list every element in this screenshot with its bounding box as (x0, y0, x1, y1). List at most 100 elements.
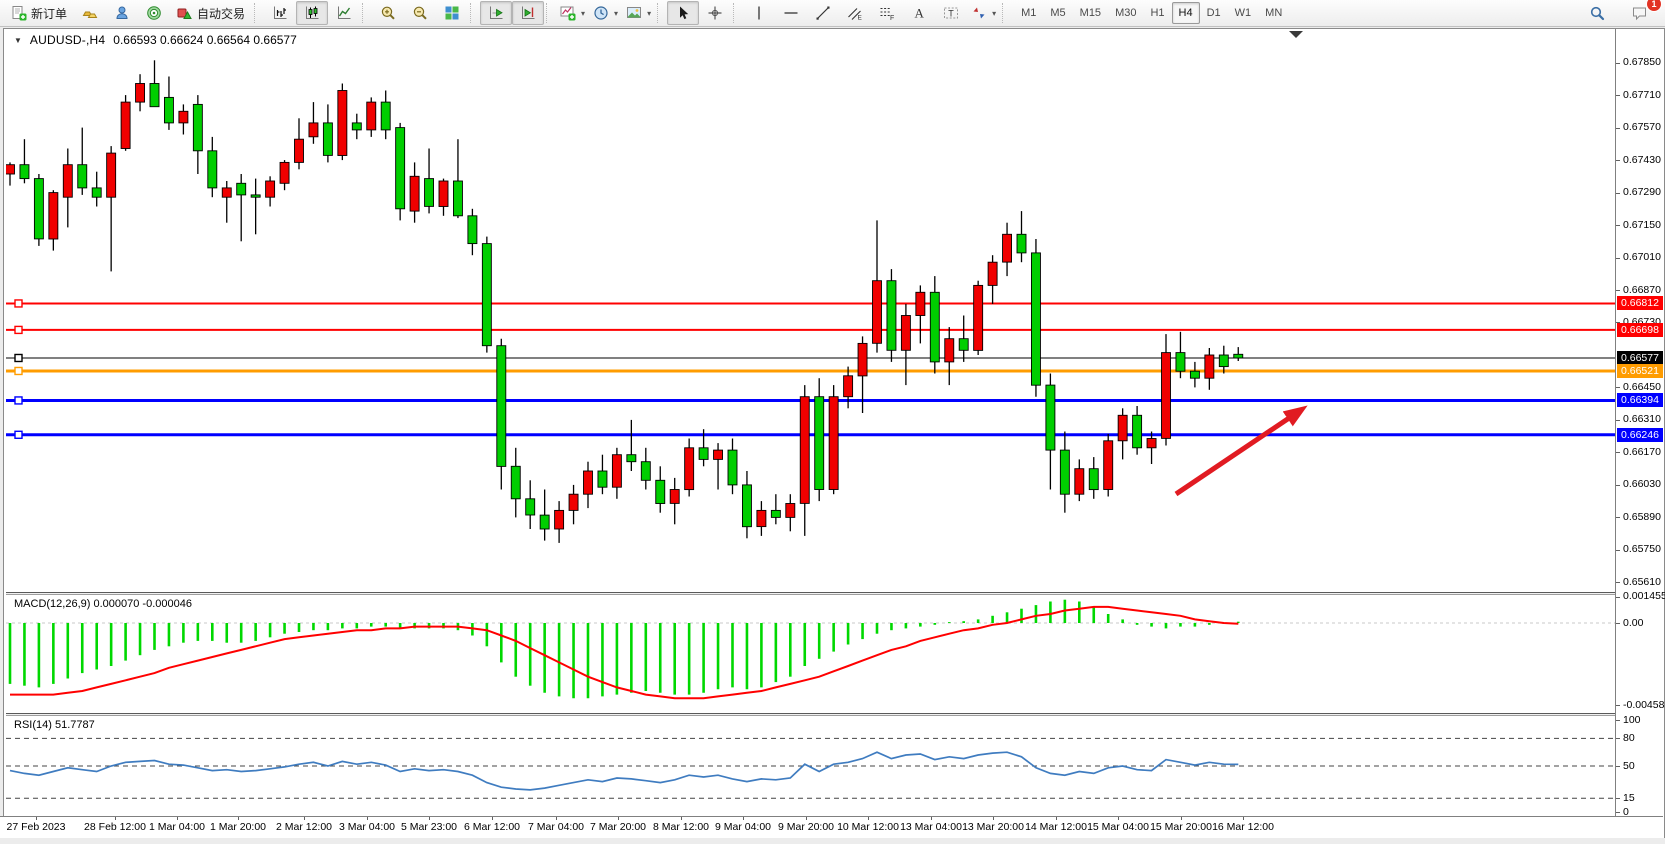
timeframe-h1-button[interactable]: H1 (1143, 2, 1171, 24)
line-chart-button[interactable] (328, 1, 360, 25)
zoom-out-button[interactable] (404, 1, 436, 25)
price-tick-label: 0.67430 (1623, 154, 1661, 166)
hline-icon (783, 5, 799, 21)
templates-button[interactable]: ▾ (622, 1, 655, 25)
chart-ohlc-values: 0.66593 0.66624 0.66564 0.66577 (113, 33, 297, 47)
timeframe-h4-button[interactable]: H4 (1172, 2, 1200, 24)
market-watch-button[interactable] (106, 1, 138, 25)
timeframe-w1-button[interactable]: W1 (1228, 2, 1259, 24)
axis-tick (1616, 95, 1620, 96)
price-tick-label: 0.65890 (1623, 511, 1661, 523)
price-chart-pane[interactable] (6, 29, 1615, 592)
axis-tick (1118, 817, 1119, 820)
timeframe-m5-button[interactable]: M5 (1043, 2, 1072, 24)
timeframe-d1-button[interactable]: D1 (1200, 2, 1228, 24)
auto-scroll-icon (488, 5, 504, 21)
axis-tick (1616, 160, 1620, 161)
new-order-button-label: 新订单 (31, 5, 67, 22)
auto-scroll-button[interactable] (480, 1, 512, 25)
dropdown-arrow-icon[interactable]: ▾ (581, 9, 585, 18)
resistance-line-upper[interactable] (6, 300, 1615, 307)
chart-shift-button[interactable] (512, 1, 544, 25)
axis-tick (1616, 387, 1620, 388)
support-line-upper[interactable] (6, 397, 1615, 404)
status-strip (0, 838, 1665, 844)
pivot-line-orange[interactable] (6, 367, 1615, 374)
periods-button[interactable]: ▾ (589, 1, 622, 25)
signals-button[interactable] (138, 1, 170, 25)
symbol-dropdown-icon[interactable]: ▼ (14, 36, 22, 45)
candlesticks[interactable] (6, 60, 1243, 543)
auto-trading-button[interactable]: 自动交易 (170, 1, 252, 25)
templates-icon (626, 5, 642, 21)
rsi-indicator-pane[interactable] (6, 716, 1615, 816)
crosshair-button[interactable] (699, 1, 731, 25)
macd-tick-label: 0.001455 (1623, 590, 1665, 602)
dropdown-arrow-icon[interactable]: ▾ (992, 9, 996, 18)
cursor-button[interactable] (667, 1, 699, 25)
fibonacci-button[interactable]: F (871, 1, 903, 25)
price-tick-label: 0.66170 (1623, 446, 1661, 458)
timeframe-m15-button[interactable]: M15 (1073, 2, 1108, 24)
rsi-tick-label: 50 (1623, 760, 1635, 772)
axis-tick (1616, 225, 1620, 226)
rsi-tick-label: 15 (1623, 792, 1635, 804)
resistance-line-lower[interactable] (6, 326, 1615, 333)
axis-tick (429, 817, 430, 820)
axis-tick (1243, 817, 1244, 820)
indicators-button[interactable]: ▾ (556, 1, 589, 25)
axis-tick (681, 817, 682, 820)
timeframe-m30-button[interactable]: M30 (1108, 2, 1143, 24)
timeframe-m1-button[interactable]: M1 (1014, 2, 1043, 24)
time-axis[interactable]: 27 Feb 202328 Feb 12:001 Mar 04:001 Mar … (0, 816, 1663, 838)
vertical-line-button[interactable] (743, 1, 775, 25)
chart-title: ▼ AUDUSD-,H4 0.66593 0.66624 0.66564 0.6… (14, 33, 297, 47)
horizontal-line-button[interactable] (775, 1, 807, 25)
support-line-lower[interactable] (6, 431, 1615, 438)
zoom-in-button[interactable] (372, 1, 404, 25)
rsi-tick-label: 80 (1623, 732, 1635, 744)
current-price-line[interactable] (6, 354, 1615, 361)
svg-text:F: F (890, 15, 894, 21)
axis-tick (743, 817, 744, 820)
text-button[interactable]: A (903, 1, 935, 25)
notifications-button[interactable]: 1 (1623, 1, 1655, 25)
indicators-icon (560, 5, 576, 21)
label-icon: T (943, 5, 959, 21)
time-tick-label: 27 Feb 2023 (7, 821, 66, 833)
deposit-button[interactable] (74, 1, 106, 25)
new-order-button[interactable]: 新订单 (4, 1, 74, 25)
axis-tick (1616, 705, 1620, 706)
equidistant-channel-button[interactable]: E (839, 1, 871, 25)
price-tick-label: 0.67290 (1623, 186, 1661, 198)
candlestick-chart-button[interactable] (296, 1, 328, 25)
axis-tick (1616, 582, 1620, 583)
bar-chart-button[interactable] (264, 1, 296, 25)
search-button[interactable] (1581, 1, 1613, 25)
gold-icon (82, 5, 98, 21)
price-tick-label: 0.66030 (1623, 478, 1661, 490)
price-axis[interactable]: 0.678500.677100.675700.674300.672900.671… (1615, 29, 1663, 816)
dropdown-arrow-icon[interactable]: ▾ (614, 9, 618, 18)
axis-tick (115, 817, 116, 820)
trend-arrow-annotation[interactable] (1176, 410, 1301, 494)
zoom-in-icon (380, 5, 396, 21)
dropdown-arrow-icon[interactable]: ▾ (647, 9, 651, 18)
time-tick-label: 2 Mar 12:00 (276, 821, 332, 833)
pivot-line-orange-badge: 0.66521 (1617, 364, 1663, 378)
timeframe-mn-button[interactable]: MN (1258, 2, 1289, 24)
tile-windows-button[interactable] (436, 1, 468, 25)
arrows-button[interactable]: ▾ (967, 1, 1000, 25)
text-label-button[interactable]: T (935, 1, 967, 25)
notification-badge: 1 (1646, 0, 1662, 12)
trendline-button[interactable] (807, 1, 839, 25)
price-tick-label: 0.65610 (1623, 576, 1661, 588)
toolbar-separator (1002, 3, 1010, 23)
axis-tick (1616, 798, 1620, 799)
axis-tick (367, 817, 368, 820)
chart-symbol-period: AUDUSD-,H4 (30, 33, 105, 47)
time-tick-label: 9 Mar 20:00 (778, 821, 834, 833)
resistance-line-lower-badge: 0.66698 (1617, 323, 1663, 337)
macd-indicator-pane[interactable] (6, 595, 1615, 713)
svg-text:E: E (858, 15, 863, 22)
